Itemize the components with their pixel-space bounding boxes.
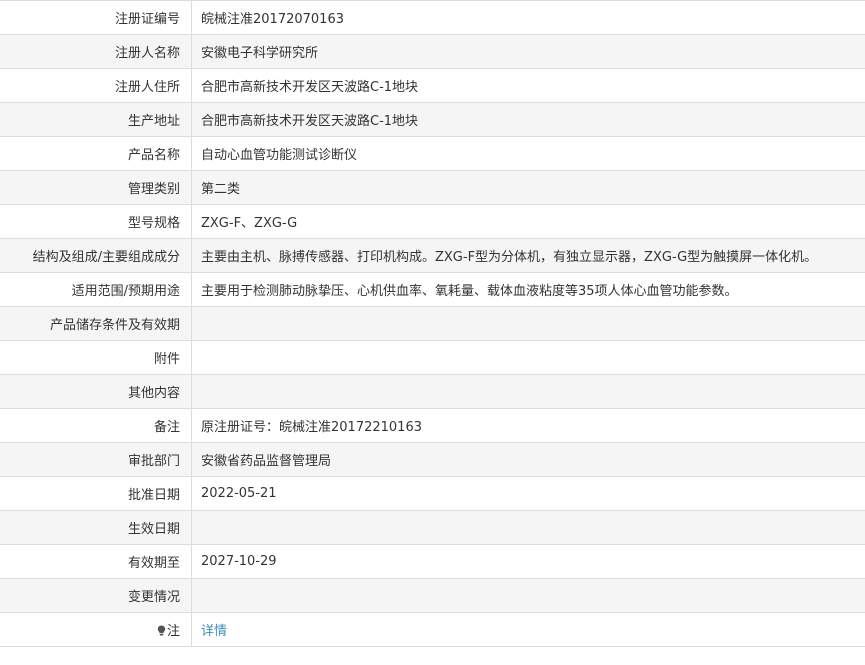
row-value: 详情 <box>191 612 865 647</box>
row-label: 审批部门 <box>0 442 192 477</box>
row-label: 注册人住所 <box>0 68 192 103</box>
note-label: 注 <box>166 624 180 639</box>
row-label: 适用范围/预期用途 <box>0 272 192 307</box>
row-label: 注册人名称 <box>0 34 192 69</box>
row-valid-until: 有效期至 2027-10-29 <box>0 544 865 579</box>
row-value <box>191 510 865 545</box>
row-label: 有效期至 <box>0 544 192 579</box>
row-value <box>191 374 865 409</box>
lightbulb-icon <box>157 625 166 636</box>
row-model-spec: 型号规格 ZXG-F、ZXG-G <box>0 204 865 239</box>
row-product-name: 产品名称 自动心血管功能测试诊断仪 <box>0 136 865 171</box>
row-value: 自动心血管功能测试诊断仪 <box>191 136 865 171</box>
row-label: 备注 <box>0 408 192 443</box>
row-value: 合肥市高新技术开发区天波路C-1地块 <box>191 68 865 103</box>
row-value: 皖械注准20172070163 <box>191 0 865 35</box>
row-label: 型号规格 <box>0 204 192 239</box>
row-other-content: 其他内容 <box>0 374 865 409</box>
row-management-category: 管理类别 第二类 <box>0 170 865 205</box>
row-label: 其他内容 <box>0 374 192 409</box>
row-value: 第二类 <box>191 170 865 205</box>
row-label: 结构及组成/主要组成成分 <box>0 238 192 273</box>
row-attachments: 附件 <box>0 340 865 375</box>
row-value <box>191 578 865 613</box>
row-label: 批准日期 <box>0 476 192 511</box>
registration-info-table: 注册证编号 皖械注准20172070163 注册人名称 安徽电子科学研究所 注册… <box>0 0 865 647</box>
row-value: 合肥市高新技术开发区天波路C-1地块 <box>191 102 865 137</box>
row-intended-use: 适用范围/预期用途 主要用于检测肺动脉挚压、心机供血率、氧耗量、载体血液粘度等3… <box>0 272 865 307</box>
row-value: 安徽电子科学研究所 <box>191 34 865 69</box>
row-structure-composition: 结构及组成/主要组成成分 主要由主机、脉搏传感器、打印机构成。ZXG-F型为分体… <box>0 238 865 273</box>
row-label: 产品储存条件及有效期 <box>0 306 192 341</box>
row-value <box>191 340 865 375</box>
row-note: 注 详情 <box>0 612 865 647</box>
row-label: 生效日期 <box>0 510 192 545</box>
row-value: 2022-05-21 <box>191 476 865 511</box>
row-effective-date: 生效日期 <box>0 510 865 545</box>
row-production-address: 生产地址 合肥市高新技术开发区天波路C-1地块 <box>0 102 865 137</box>
row-value: 安徽省药品监督管理局 <box>191 442 865 477</box>
row-registration-number: 注册证编号 皖械注准20172070163 <box>0 0 865 35</box>
row-label: 注册证编号 <box>0 0 192 35</box>
row-label: 生产地址 <box>0 102 192 137</box>
row-change-status: 变更情况 <box>0 578 865 613</box>
row-value: 主要用于检测肺动脉挚压、心机供血率、氧耗量、载体血液粘度等35项人体心血管功能参… <box>191 272 865 307</box>
row-registrant-address: 注册人住所 合肥市高新技术开发区天波路C-1地块 <box>0 68 865 103</box>
row-registrant-name: 注册人名称 安徽电子科学研究所 <box>0 34 865 69</box>
row-label: 附件 <box>0 340 192 375</box>
row-approval-date: 批准日期 2022-05-21 <box>0 476 865 511</box>
row-value <box>191 306 865 341</box>
row-storage-conditions: 产品储存条件及有效期 <box>0 306 865 341</box>
row-approval-department: 审批部门 安徽省药品监督管理局 <box>0 442 865 477</box>
row-value: 主要由主机、脉搏传感器、打印机构成。ZXG-F型为分体机，有独立显示器，ZXG-… <box>191 238 865 273</box>
row-value: 2027-10-29 <box>191 544 865 579</box>
row-value: ZXG-F、ZXG-G <box>191 204 865 239</box>
row-label: 产品名称 <box>0 136 192 171</box>
row-label: 管理类别 <box>0 170 192 205</box>
row-label: 变更情况 <box>0 578 192 613</box>
row-value: 原注册证号：皖械注准20172210163 <box>191 408 865 443</box>
row-remarks: 备注 原注册证号：皖械注准20172210163 <box>0 408 865 443</box>
row-label: 注 <box>0 612 192 647</box>
details-link[interactable]: 详情 <box>201 624 227 639</box>
